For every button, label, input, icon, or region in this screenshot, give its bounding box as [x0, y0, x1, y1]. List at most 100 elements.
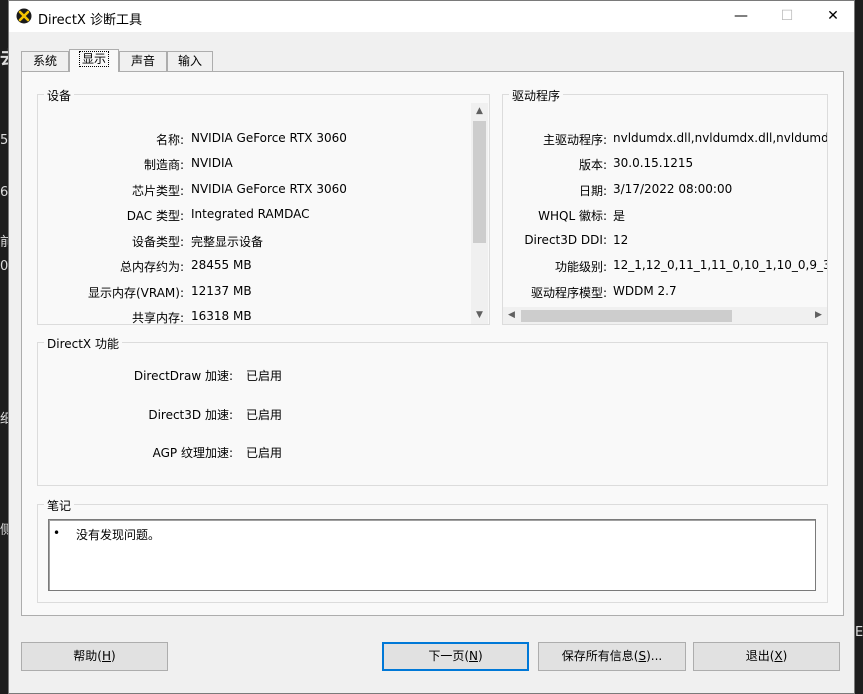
directx-features-group: DirectX 功能 DirectDraw 加速: 已启用 Direct3D 加…	[37, 335, 828, 486]
tab-label: 输入	[177, 54, 202, 68]
next-page-button[interactable]: 下一页(N)	[382, 642, 529, 671]
driver-row-label: 驱动程序模型:	[530, 286, 607, 300]
tab-label: 显示	[78, 51, 109, 67]
device-row-label: 总内存约为:	[119, 260, 184, 274]
button-accelerator-key: N	[469, 649, 478, 663]
tab-sound[interactable]: 声音	[119, 51, 167, 71]
tab-system[interactable]: 系统	[21, 51, 69, 71]
directx-feature-row: Direct3D 加速: 已启用	[38, 406, 338, 422]
driver-row-value: 30.0.15.1215	[613, 156, 694, 170]
driver-row: 日期: 3/17/2022 08:00:00	[503, 182, 827, 198]
button-label: 帮助(	[73, 649, 102, 663]
scroll-up-arrow-icon[interactable]: ▲	[471, 103, 488, 120]
directx-feature-label: Direct3D 加速:	[148, 408, 233, 422]
device-row-value: NVIDIA	[191, 156, 233, 170]
device-row-value: Integrated RAMDAC	[191, 207, 310, 221]
button-label-suffix: )	[477, 649, 483, 663]
directx-feature-value: 已启用	[246, 446, 283, 460]
directx-feature-label: DirectDraw 加速:	[133, 369, 233, 383]
scrollbar-thumb[interactable]	[473, 121, 486, 243]
device-row: 设备类型: 完整显示设备	[38, 233, 468, 249]
scroll-right-arrow-icon[interactable]: ▶	[810, 307, 827, 324]
driver-row-value: 12_1,12_0,11_1,11_0,10_1,10_0,9_3,9_2	[613, 258, 827, 272]
scrollbar-thumb[interactable]	[521, 310, 732, 322]
directx-feature-row: AGP 纹理加速: 已启用	[38, 444, 338, 460]
device-row-label: 制造商:	[143, 158, 184, 172]
save-all-info-button[interactable]: 保存所有信息(S)...	[538, 642, 686, 671]
driver-row-label: Direct3D DDI:	[524, 233, 607, 247]
device-row-value: NVIDIA GeForce RTX 3060	[191, 131, 347, 145]
driver-row-label: WHQL 徽标:	[538, 209, 607, 223]
driver-row: 主驱动程序: nvldumdx.dll,nvldumdx.dll,nvldumd…	[503, 131, 827, 147]
device-row: 总内存约为: 28455 MB	[38, 258, 468, 274]
button-label: 下一页(	[428, 649, 469, 663]
device-row-label: 芯片类型:	[131, 184, 184, 198]
tab-input[interactable]: 输入	[167, 51, 213, 71]
driver-row-value: WDDM 2.7	[613, 284, 677, 298]
driver-row-label: 日期:	[578, 184, 607, 198]
device-row-value: 完整显示设备	[191, 235, 264, 249]
button-label-suffix: )	[782, 649, 788, 663]
scroll-down-arrow-icon[interactable]: ▼	[471, 307, 488, 324]
driver-row: 功能级别: 12_1,12_0,11_1,11_0,10_1,10_0,9_3,…	[503, 258, 827, 274]
driver-row: Direct3D DDI: 12	[503, 233, 827, 249]
device-row-value: 12137 MB	[191, 284, 252, 298]
directx-feature-value: 已启用	[246, 369, 283, 383]
device-row-value: 28455 MB	[191, 258, 252, 272]
device-row-label: DAC 类型:	[126, 209, 184, 223]
note-text: 没有发现问题。	[76, 528, 161, 542]
button-accelerator-key: H	[101, 649, 112, 663]
exit-button[interactable]: 退出(X)	[693, 642, 840, 671]
notes-group: 笔记 • 没有发现问题。	[37, 497, 828, 603]
minimize-button[interactable]: —	[718, 1, 764, 32]
tab-label: 声音	[130, 54, 155, 68]
directx-app-icon	[16, 8, 32, 24]
device-row-label: 名称:	[155, 133, 184, 147]
driver-horizontal-scrollbar[interactable]: ◀ ▶	[503, 307, 827, 324]
maximize-button[interactable]: ☐	[764, 1, 810, 32]
button-label: 保存所有信息(	[561, 649, 639, 663]
button-label-suffix: )...	[646, 649, 663, 663]
notes-title: 笔记	[44, 497, 75, 514]
button-label-suffix: )	[111, 649, 116, 663]
tab-display[interactable]: 显示	[69, 49, 119, 72]
driver-group: 驱动程序 主驱动程序: nvldumdx.dll,nvldumdx.dll,nv…	[502, 87, 828, 325]
button-accelerator-key: X	[774, 649, 783, 663]
driver-row-value: 12	[613, 233, 629, 247]
directx-feature-label: AGP 纹理加速:	[152, 446, 233, 460]
driver-row-label: 功能级别:	[554, 260, 607, 274]
driver-row: 版本: 30.0.15.1215	[503, 156, 827, 172]
help-button[interactable]: 帮助(H)	[21, 642, 168, 671]
directx-features-title: DirectX 功能	[44, 335, 122, 352]
device-row-label: 设备类型:	[131, 235, 184, 249]
directx-feature-row: DirectDraw 加速: 已启用	[38, 367, 338, 383]
title-bar[interactable]: DirectX 诊断工具 — ☐ ✕	[9, 1, 854, 32]
button-accelerator-key: S	[638, 649, 647, 663]
scroll-left-arrow-icon[interactable]: ◀	[503, 307, 520, 324]
display-tab-panel: 设备 名称: NVIDIA GeForce RTX 3060 制造商: NVID…	[21, 71, 844, 616]
notes-textbox[interactable]: • 没有发现问题。	[48, 519, 816, 591]
device-vertical-scrollbar[interactable]: ▲ ▼	[471, 103, 488, 324]
device-row: 制造商: NVIDIA	[38, 156, 468, 172]
driver-row-label: 主驱动程序:	[542, 133, 607, 147]
driver-row: 驱动程序模型: WDDM 2.7	[503, 284, 827, 300]
driver-row-value: nvldumdx.dll,nvldumdx.dll,nvldumdx.d	[613, 131, 827, 145]
device-row: 芯片类型: NVIDIA GeForce RTX 3060	[38, 182, 468, 198]
driver-info-list[interactable]: 主驱动程序: nvldumdx.dll,nvldumdx.dll,nvldumd…	[503, 95, 827, 307]
background-glyph: E	[855, 625, 863, 640]
bullet-icon: •	[53, 526, 61, 540]
driver-row-value: 3/17/2022 08:00:00	[613, 182, 733, 196]
device-row: 名称: NVIDIA GeForce RTX 3060	[38, 131, 468, 147]
close-button[interactable]: ✕	[810, 1, 856, 32]
tab-label: 系统	[32, 54, 57, 68]
driver-row-value: 是	[613, 209, 626, 223]
button-label: 退出(	[745, 649, 775, 663]
directx-diagnostic-window: DirectX 诊断工具 — ☐ ✕ 系统 显示 声音 输入 设备 名称: NV…	[8, 0, 855, 694]
device-row: 显示内存(VRAM): 12137 MB	[38, 284, 468, 300]
device-row: DAC 类型: Integrated RAMDAC	[38, 207, 468, 223]
device-group: 设备 名称: NVIDIA GeForce RTX 3060 制造商: NVID…	[37, 87, 490, 325]
device-group-title: 设备	[44, 87, 75, 104]
driver-row-label: 版本:	[578, 158, 607, 172]
device-row: 共享内存: 16318 MB	[38, 309, 468, 325]
directx-feature-value: 已启用	[246, 408, 283, 422]
